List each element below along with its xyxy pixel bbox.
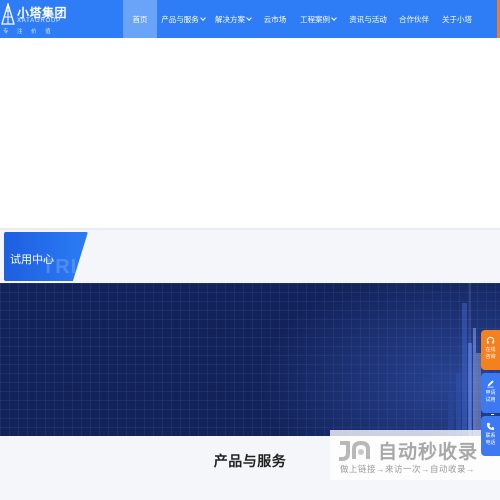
tower-logo-icon bbox=[1, 3, 15, 25]
page: 小塔集团 XATAGROUP 专 注 价 值 首页 产品与服务 解决方案 云市场… bbox=[0, 0, 500, 500]
side-button-label: 申请试用 bbox=[485, 390, 496, 403]
nav-item-home[interactable]: 首页 bbox=[123, 0, 157, 38]
logo[interactable]: 小塔集团 XATAGROUP 专 注 价 值 bbox=[0, 1, 67, 37]
side-button-label: 联系电话 bbox=[485, 433, 496, 446]
nav-item-label: 解决方案 bbox=[215, 14, 245, 24]
top-nav-bar: 小塔集团 XATAGROUP 专 注 价 值 首页 产品与服务 解决方案 云市场… bbox=[0, 0, 500, 38]
nav-item-label: 云市场 bbox=[263, 14, 287, 24]
watermark-subtitle: 做上链接→来访一次→自动收录→ bbox=[340, 464, 476, 474]
chevron-down-icon bbox=[199, 15, 206, 21]
nav-item-label: 产品与服务 bbox=[161, 14, 199, 24]
watermark-title: 自动秒收录 bbox=[378, 442, 479, 463]
section-divider bbox=[0, 228, 500, 230]
chevron-down-icon bbox=[331, 15, 337, 21]
apply-trial-button[interactable]: 申请试用 bbox=[481, 373, 500, 413]
nav-item-about[interactable]: 关于小塔 bbox=[435, 0, 479, 38]
chevron-down-icon bbox=[246, 15, 252, 21]
nav-item-label: 首页 bbox=[132, 14, 148, 24]
nav-item-solutions[interactable]: 解决方案 bbox=[209, 0, 257, 38]
nav-item-label: 资讯与活动 bbox=[349, 14, 387, 24]
city-skyline-graphic bbox=[448, 283, 481, 436]
trial-center-title: 试用中心 bbox=[10, 254, 54, 266]
logo-slogan: 专 注 价 值 bbox=[3, 29, 55, 35]
trial-center-section: TRIAL bbox=[0, 228, 500, 283]
headset-icon bbox=[486, 335, 496, 345]
main-nav: 首页 产品与服务 解决方案 云市场 工程案例 资讯与活动 合作伙伴 关于小塔 bbox=[123, 0, 479, 38]
nav-item-partners[interactable]: 合作伙伴 bbox=[393, 0, 435, 38]
online-consult-button[interactable]: 在线咨询 bbox=[481, 330, 500, 370]
nav-item-cases[interactable]: 工程案例 bbox=[293, 0, 343, 38]
contact-phone-button[interactable]: 联系电话 bbox=[481, 416, 500, 456]
nav-item-label: 关于小塔 bbox=[442, 14, 472, 24]
nav-item-news[interactable]: 资讯与活动 bbox=[343, 0, 393, 38]
logo-english-name: XATAGROUP bbox=[17, 18, 61, 24]
phone-icon bbox=[486, 421, 496, 431]
hero-banner bbox=[0, 283, 500, 436]
side-button-label: 在线咨询 bbox=[485, 347, 496, 360]
watermark-logo-icon bbox=[339, 440, 370, 461]
pen-icon bbox=[486, 378, 496, 388]
nav-item-label: 工程案例 bbox=[300, 14, 330, 24]
banner-area bbox=[0, 38, 500, 228]
nav-item-cloud-market[interactable]: 云市场 bbox=[257, 0, 293, 38]
nav-item-products[interactable]: 产品与服务 bbox=[157, 0, 209, 38]
side-divider bbox=[491, 414, 494, 415]
nav-item-label: 合作伙伴 bbox=[399, 14, 429, 24]
